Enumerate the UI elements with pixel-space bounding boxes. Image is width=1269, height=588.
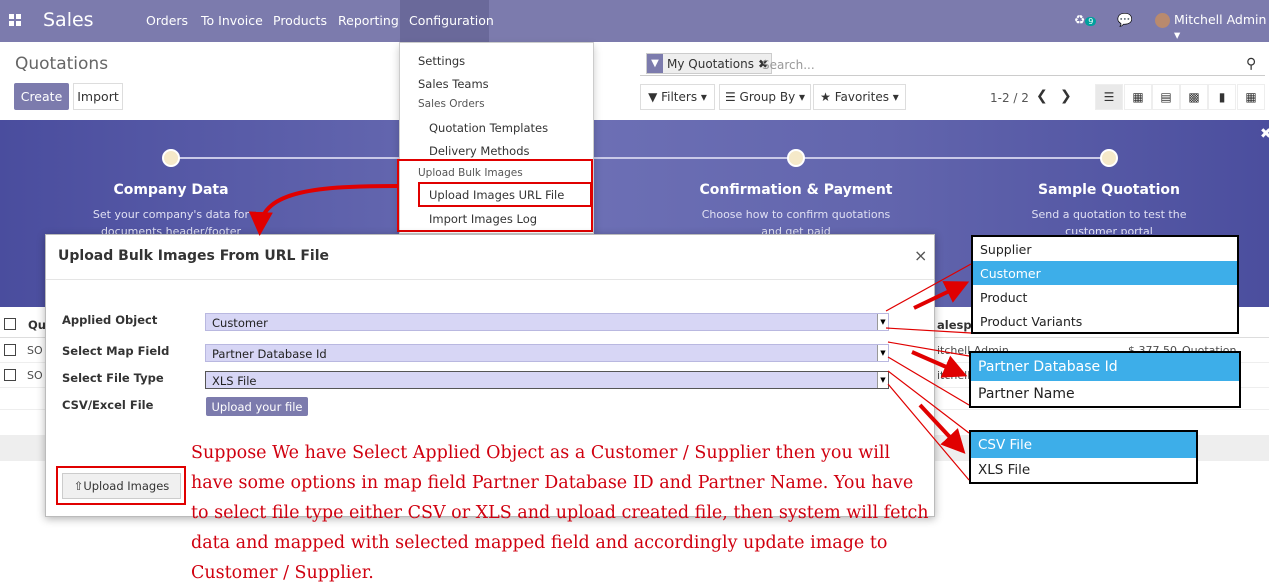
arrow-menu-to-dialog xyxy=(248,184,398,236)
annotation-arrows xyxy=(248,184,972,481)
